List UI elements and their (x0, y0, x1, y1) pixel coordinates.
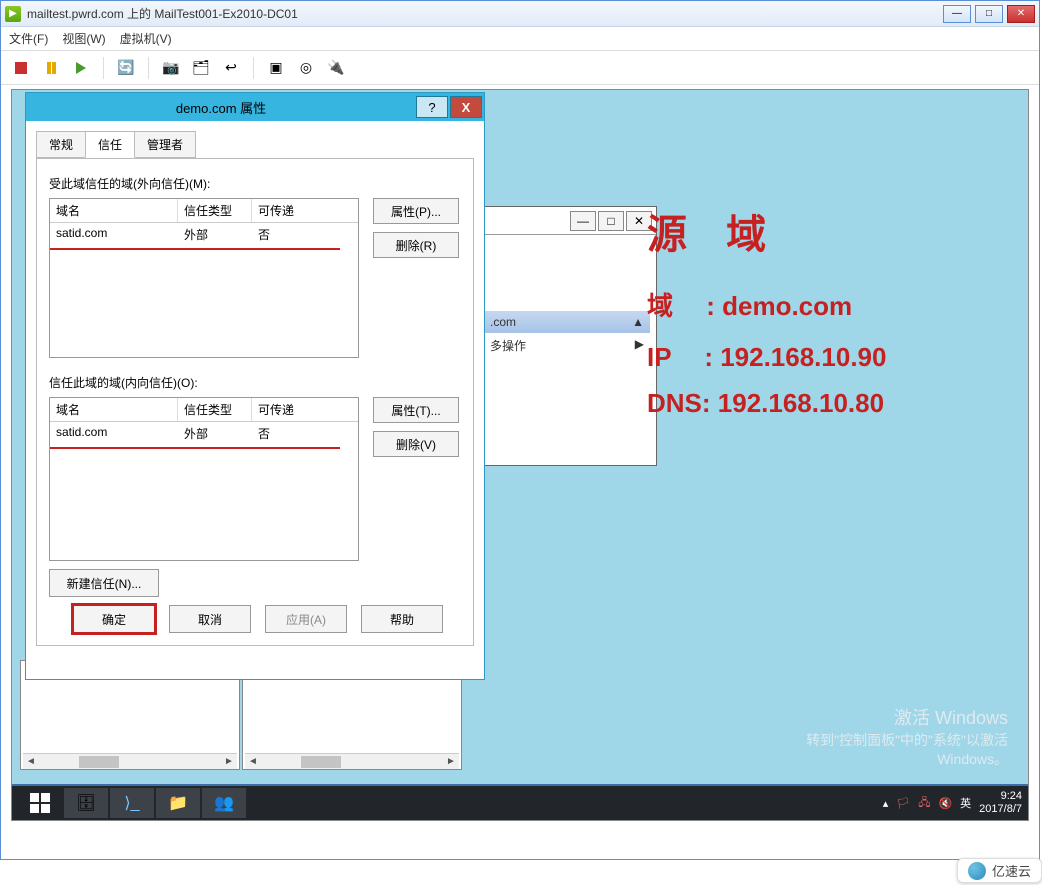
guest-desktop: ◄► ◄► — □ ✕ .com▲ 多操作▶ (11, 89, 1029, 821)
play-icon[interactable] (69, 56, 93, 80)
refresh-icon[interactable]: 🔄 (114, 56, 138, 80)
incoming-properties-button[interactable]: 属性(T)... (373, 397, 459, 423)
menu-vm[interactable]: 虚拟机(V) (120, 30, 172, 47)
pause-icon[interactable] (39, 56, 63, 80)
annotation-title: 源 域 (647, 202, 886, 260)
stop-icon[interactable] (9, 56, 33, 80)
col-transitive[interactable]: 可传递 (252, 398, 358, 421)
menu-view[interactable]: 视图(W) (62, 30, 105, 47)
close-button[interactable]: X (450, 96, 482, 118)
col-domain[interactable]: 域名 (50, 398, 178, 421)
vmware-toolbar: 🔄 📷 🗂 ↩ ▣ ◎ 🔌 (1, 51, 1039, 85)
menu-file[interactable]: 文件(F) (9, 30, 48, 47)
new-trust-button[interactable]: 新建信任(N)... (49, 569, 159, 597)
network-icon[interactable]: 🖧 (918, 794, 930, 813)
server-window-titlebar[interactable]: — □ ✕ (478, 207, 656, 235)
watermark-logo: 亿速云 (957, 858, 1042, 883)
table-row[interactable]: satid.com 外部 否 (50, 422, 358, 445)
dialog-title: demo.com 属性 (26, 98, 416, 117)
maximize-button[interactable]: □ (975, 5, 1003, 23)
server-manager-window: — □ ✕ .com▲ 多操作▶ (477, 206, 657, 466)
connect-device-icon[interactable]: 🔌 (324, 56, 348, 80)
activation-watermark: 激活 Windows 转到"控制面板"中的"系统"以激活 Windows。 (806, 706, 1008, 770)
snapshot-manager-icon[interactable]: 🗂 (189, 56, 213, 80)
tray-arrow-icon[interactable]: ▴ (883, 797, 889, 810)
vmware-window: ▶ mailtest.pwrd.com 上的 MailTest001-Ex201… (0, 0, 1040, 860)
annotation-overlay: 源 域 域 : demo.com IP : 192.168.10.90 DNS:… (647, 202, 886, 433)
vmware-menubar: 文件(F) 视图(W) 虚拟机(V) (1, 27, 1039, 51)
vmware-title: mailtest.pwrd.com 上的 MailTest001-Ex2010-… (27, 5, 943, 22)
explorer-taskbar-icon[interactable]: 📁 (156, 788, 200, 818)
server-tree-item[interactable]: 多操作▶ (484, 333, 650, 358)
scrollbar[interactable]: ◄► (245, 753, 459, 769)
outgoing-remove-button[interactable]: 删除(R) (373, 232, 459, 258)
ok-button[interactable]: 确定 (73, 605, 155, 633)
tab-managed-by[interactable]: 管理者 (134, 131, 196, 158)
incoming-trusts-label: 信任此域的域(内向信任)(O): (49, 374, 461, 391)
minimize-button[interactable]: — (943, 5, 971, 23)
col-domain[interactable]: 域名 (50, 199, 178, 222)
minimize-button[interactable]: — (570, 211, 596, 231)
flag-icon[interactable]: 🏳 (896, 797, 910, 810)
revert-icon[interactable]: ↩ (219, 56, 243, 80)
system-tray: ▴ 🏳 🖧 🔇 英 9:24 2017/8/7 (883, 790, 1022, 816)
sound-icon[interactable]: 🔇 (938, 797, 952, 810)
incoming-remove-button[interactable]: 删除(V) (373, 431, 459, 457)
col-type[interactable]: 信任类型 (178, 199, 252, 222)
tab-trusts[interactable]: 信任 (85, 131, 135, 158)
fullscreen-icon[interactable]: ▣ (264, 56, 288, 80)
vmware-titlebar[interactable]: ▶ mailtest.pwrd.com 上的 MailTest001-Ex201… (1, 1, 1039, 27)
close-button[interactable]: ✕ (1007, 5, 1035, 23)
outgoing-trusts-table[interactable]: 域名 信任类型 可传递 satid.com 外部 否 (49, 198, 359, 358)
tab-general[interactable]: 常规 (36, 131, 86, 158)
maximize-button[interactable]: □ (598, 211, 624, 231)
server-tree-header[interactable]: .com▲ (484, 311, 650, 333)
outgoing-trusts-label: 受此域信任的域(外向信任)(M): (49, 175, 461, 192)
unity-icon[interactable]: ◎ (294, 56, 318, 80)
taskbar: 🗄 ⟩_ 📁 👥 ▴ 🏳 🖧 🔇 英 9:24 2017/8/7 (12, 784, 1028, 820)
ime-indicator[interactable]: 英 (960, 795, 971, 811)
vmware-icon: ▶ (5, 6, 21, 22)
col-transitive[interactable]: 可传递 (252, 199, 358, 222)
tab-content: 受此域信任的域(外向信任)(M): 域名 信任类型 可传递 satid.com … (36, 158, 474, 646)
annotation-underline (50, 447, 340, 449)
annotation-dns: DNS: 192.168.10.80 (647, 388, 886, 419)
col-type[interactable]: 信任类型 (178, 398, 252, 421)
cancel-button[interactable]: 取消 (169, 605, 251, 633)
powershell-taskbar-icon[interactable]: ⟩_ (110, 788, 154, 818)
chevron-up-icon: ▲ (632, 315, 644, 329)
apply-button[interactable]: 应用(A) (265, 605, 347, 633)
help-button[interactable]: ? (416, 96, 448, 118)
tabstrip: 常规 信任 管理者 (36, 131, 474, 158)
start-button[interactable] (18, 788, 62, 818)
dialog-titlebar[interactable]: demo.com 属性 ? X (26, 93, 484, 121)
snapshot-icon[interactable]: 📷 (159, 56, 183, 80)
server-manager-taskbar-icon[interactable]: 🗄 (64, 788, 108, 818)
outgoing-properties-button[interactable]: 属性(P)... (373, 198, 459, 224)
domain-properties-dialog: demo.com 属性 ? X 常规 信任 管理者 受此域信任的域(外向信任)(… (25, 92, 485, 680)
cloud-icon (968, 862, 986, 880)
chevron-right-icon: ▶ (635, 337, 644, 354)
table-row[interactable]: satid.com 外部 否 (50, 223, 358, 246)
incoming-trusts-table[interactable]: 域名 信任类型 可传递 satid.com 外部 否 (49, 397, 359, 561)
help-button[interactable]: 帮助 (361, 605, 443, 633)
annotation-domain: 域 : demo.com (647, 286, 886, 323)
ad-trusts-taskbar-icon[interactable]: 👥 (202, 788, 246, 818)
annotation-underline (50, 248, 340, 250)
scrollbar[interactable]: ◄► (23, 753, 237, 769)
annotation-ip: IP : 192.168.10.90 (647, 337, 886, 374)
clock[interactable]: 9:24 2017/8/7 (979, 790, 1022, 816)
